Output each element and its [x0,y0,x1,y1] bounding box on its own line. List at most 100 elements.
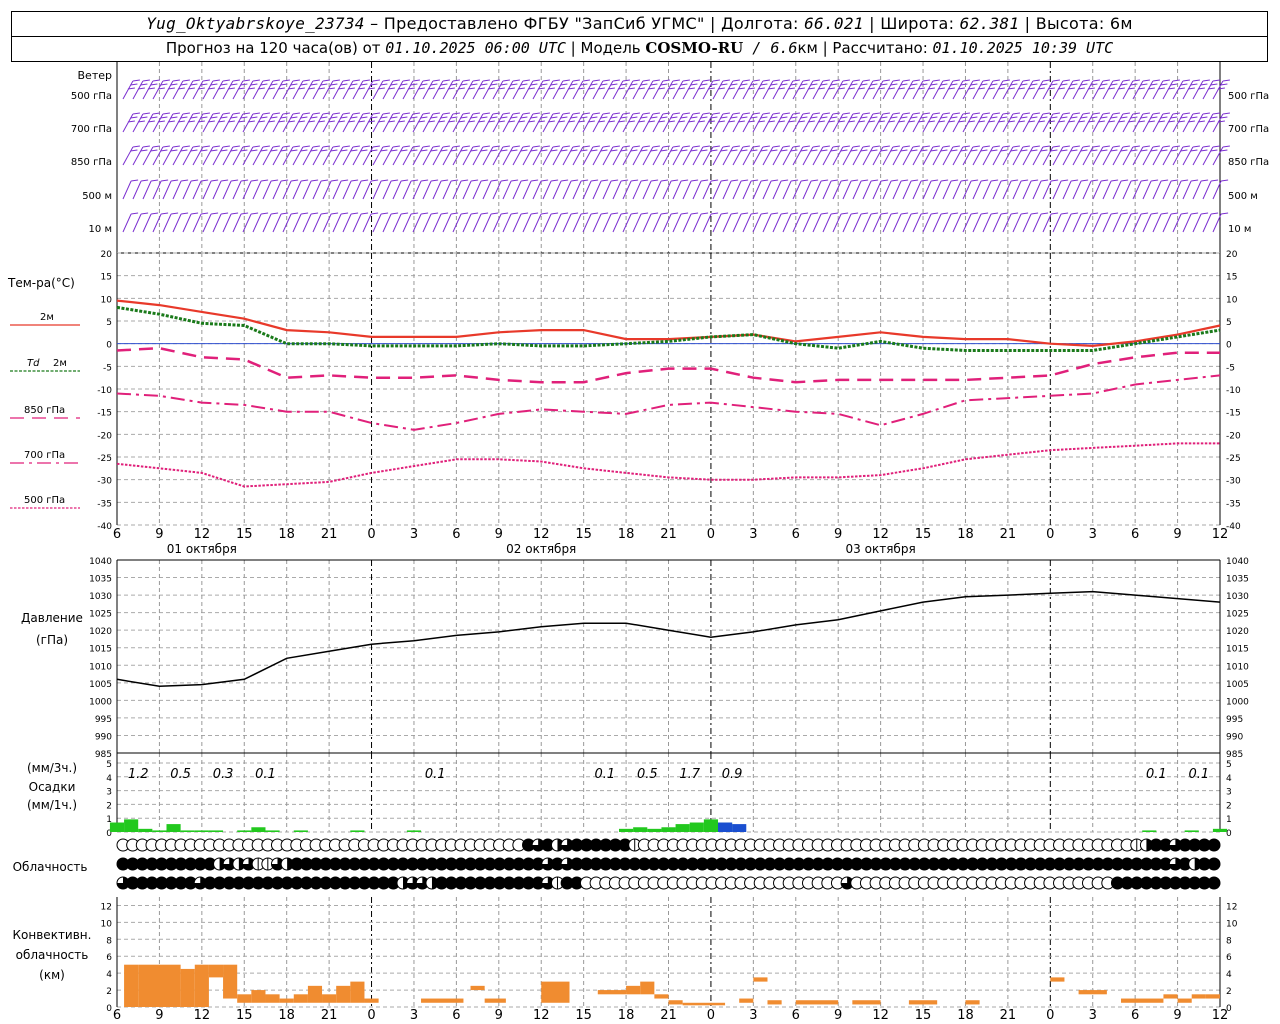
precip-rain-bar [265,830,280,832]
wind-barb [892,145,910,166]
wind-barb [342,112,360,133]
wind-barb-staff [1092,113,1104,133]
wind-barb-staff [1122,80,1134,100]
wind-barb-staff [1142,180,1152,200]
conv-cloud-bar [654,994,669,999]
wind-barb-staff [1162,113,1174,133]
wind-barb-staff [1192,213,1202,233]
precip-rain-bar [237,830,252,832]
wind-barb-flag [772,145,780,148]
wind-barb-flag [521,179,529,182]
wind-barb [142,112,160,133]
wind-barb-flag [892,145,900,148]
wind-barb [502,212,519,233]
wind-barb-staff [1012,146,1024,166]
wind-barb [722,145,740,166]
wind-barb-staff [1212,80,1224,100]
wind-barb-staff [992,80,1004,100]
wind-barb-staff [982,113,994,133]
wind-barb-flag [312,79,320,82]
wind-barb-flag [621,212,629,215]
wind-barb-staff [202,113,214,133]
wind-barb [732,145,750,166]
wind-barb-staff [562,80,574,100]
wind-barb [712,212,729,233]
wind-barb [992,145,1010,166]
wind-barb-flag [341,179,349,182]
wind-barb-flag [672,112,680,115]
wind-barb-flag [1012,112,1020,115]
wind-barb-staff [1122,146,1134,166]
wind-barb-staff [622,213,632,233]
temp-tick-right: -25 [1226,454,1241,464]
wind-barb-staff [792,146,804,166]
wind-barb-flag [801,212,809,215]
wind-barb-flag [522,79,530,82]
wind-barb-flag [332,112,340,115]
wind-barb-flag [882,112,890,115]
conv-cloud-bar [470,985,485,991]
wind-barb [1212,179,1229,200]
wind-barb-flag [651,212,659,215]
precip-rain-bar [689,822,704,832]
wind-barb-staff [322,80,334,100]
wind-barb-flag [1222,112,1230,115]
wind-barb-staff [652,113,664,133]
wind-barb-flag [1172,79,1180,82]
wind-barb [432,179,449,200]
wind-barb [702,79,720,100]
wind-barb-flag [822,79,830,82]
wind-barb [812,212,829,233]
wind-barb-staff [522,213,532,233]
wind-barb [1072,145,1090,166]
wind-barb-staff [692,146,704,166]
wind-barb-flag [242,79,250,82]
wind-barb-flag [771,179,779,182]
wind-barb-flag [732,79,740,82]
precip-rain-bar [194,830,209,832]
wind-barb-staff [772,213,782,233]
wind-barb-staff [672,146,684,166]
pres-tick-left: 1005 [89,680,112,690]
wind-barb [1012,79,1030,100]
wind-barb-staff [662,146,674,166]
wind-barb-flag [372,145,380,148]
wind-barb-staff [472,80,484,100]
wind-barb-flag [952,145,960,148]
wind-barb [152,79,170,100]
wind-barb-flag [1162,112,1170,115]
wind-barb-flag [192,112,200,115]
wind-barb [322,112,340,133]
wind-barb-staff [122,113,134,133]
conv-cloud-bar [251,990,266,1003]
wind-barb [1102,112,1120,133]
wind-barb-flag [1002,145,1010,148]
wind-barb [982,212,999,233]
wind-barb [172,212,189,233]
wind-barb-staff [752,213,762,233]
wind-barb-flag [241,179,249,182]
wind-barb [162,145,180,166]
time-tick-label-bottom: 12 [872,1008,889,1023]
wind-barb-flag [541,179,549,182]
wind-barb-flag [292,79,300,82]
wind-barb [952,145,970,166]
wind-barb-flag [852,145,860,148]
wind-barb-flag [392,145,400,148]
wind-barb-flag [871,212,879,215]
wind-barb-staff [912,213,922,233]
pres-tick-right: 1010 [1226,662,1249,672]
wind-barb [162,179,179,200]
wind-barb-staff [682,80,694,100]
wind-barb [1172,79,1190,100]
wind-barb [922,145,940,166]
wind-barb [142,212,159,233]
wind-barb [312,179,329,200]
wind-barb-staff [622,113,634,133]
time-tick-label-bottom: 3 [410,1008,418,1023]
wind-barb [572,79,590,100]
temp-tick-left: 20 [101,250,113,260]
wind-barb-staff [452,213,462,233]
wind-barb-staff [982,146,994,166]
wind-barb [1032,79,1050,100]
